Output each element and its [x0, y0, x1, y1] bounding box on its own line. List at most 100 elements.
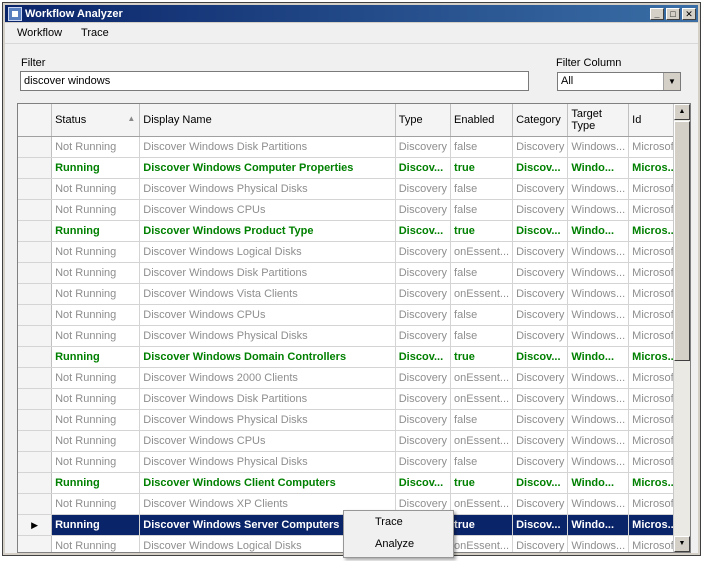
cell-type[interactable]: Discovery [395, 451, 452, 473]
cell-name[interactable]: Discover Windows Physical Disks [139, 178, 396, 200]
cell-type[interactable]: Discovery [395, 388, 452, 410]
minimize-button[interactable]: _ [650, 7, 664, 20]
cell-enabled[interactable]: onEssent... [450, 493, 514, 515]
cell-target[interactable]: Windo... [567, 472, 630, 494]
cell-enabled[interactable]: true [450, 346, 514, 368]
cell-type[interactable]: Discovery [395, 430, 452, 452]
cell-status[interactable]: Running [51, 157, 141, 179]
cell-status[interactable]: Not Running [51, 325, 141, 347]
row-header[interactable] [18, 304, 53, 326]
row-header[interactable] [18, 430, 53, 452]
cell-enabled[interactable]: onEssent... [450, 367, 514, 389]
column-header-target-type[interactable]: Target Type [567, 104, 630, 137]
cell-category[interactable]: Discov... [512, 472, 569, 494]
cell-category[interactable]: Discovery [512, 535, 569, 552]
table-row[interactable]: Running Discover Windows Product Type Disc… [18, 220, 690, 242]
cell-type[interactable]: Discov... [395, 220, 452, 242]
menu-workflow[interactable]: Workflow [10, 27, 69, 39]
row-header[interactable] [18, 409, 53, 431]
cell-status[interactable]: Not Running [51, 262, 141, 284]
cell-target[interactable]: Windows... [567, 493, 630, 515]
cell-category[interactable]: Discovery [512, 388, 569, 410]
table-row[interactable]: Not Running Discover Windows CPUs Discover… [18, 304, 690, 326]
cell-target[interactable]: Windows... [567, 136, 630, 158]
title-bar[interactable]: Workflow Analyzer _ □ ✕ [5, 5, 698, 22]
cell-target[interactable]: Windo... [567, 514, 630, 536]
cell-type[interactable]: Discovery [395, 241, 452, 263]
cell-status[interactable]: Not Running [51, 430, 141, 452]
cell-enabled[interactable]: false [450, 178, 514, 200]
cell-target[interactable]: Windo... [567, 220, 630, 242]
cell-target[interactable]: Windo... [567, 346, 630, 368]
cell-category[interactable]: Discovery [512, 283, 569, 305]
cell-category[interactable]: Discov... [512, 346, 569, 368]
cell-type[interactable]: Discov... [395, 472, 452, 494]
filter-input[interactable] [20, 71, 529, 91]
cell-name[interactable]: Discover Windows Computer Properties [139, 157, 396, 179]
row-header[interactable] [18, 493, 53, 515]
cell-status[interactable]: Running [51, 514, 141, 536]
cell-type[interactable]: Discovery [395, 325, 452, 347]
cell-name[interactable]: Discover Windows CPUs [139, 430, 396, 452]
cell-category[interactable]: Discovery [512, 367, 569, 389]
cell-enabled[interactable]: false [450, 304, 514, 326]
column-header-status[interactable]: Status ▲ [51, 104, 141, 137]
table-row[interactable]: Not Running Discover Windows CPUs Discover… [18, 199, 690, 221]
row-header[interactable] [18, 136, 53, 158]
cell-category[interactable]: Discovery [512, 451, 569, 473]
cell-target[interactable]: Windows... [567, 283, 630, 305]
chevron-down-icon[interactable]: ▼ [663, 73, 680, 90]
cell-status[interactable]: Not Running [51, 535, 141, 552]
cell-category[interactable]: Discovery [512, 262, 569, 284]
row-header[interactable] [18, 325, 53, 347]
cell-type[interactable]: Discovery [395, 262, 452, 284]
cell-target[interactable]: Windows... [567, 409, 630, 431]
vertical-scrollbar[interactable]: ▲ ▼ [673, 104, 690, 552]
cell-status[interactable]: Not Running [51, 493, 141, 515]
cell-category[interactable]: Discovery [512, 178, 569, 200]
table-row[interactable]: Not Running Discover Windows Disk Partiti… [18, 388, 690, 410]
table-row[interactable]: Running Discover Windows Domain Controlle… [18, 346, 690, 368]
cell-type[interactable]: Discovery [395, 409, 452, 431]
cell-category[interactable]: Discovery [512, 430, 569, 452]
cell-status[interactable]: Not Running [51, 178, 141, 200]
cell-type[interactable]: Discov... [395, 157, 452, 179]
cell-enabled[interactable]: false [450, 325, 514, 347]
cell-enabled[interactable]: true [450, 157, 514, 179]
cell-enabled[interactable]: true [450, 220, 514, 242]
cell-name[interactable]: Discover Windows Logical Disks [139, 241, 396, 263]
cell-name[interactable]: Discover Windows Disk Partitions [139, 136, 396, 158]
cell-type[interactable]: Discov... [395, 346, 452, 368]
row-header[interactable] [18, 199, 53, 221]
column-header-category[interactable]: Category [512, 104, 569, 137]
row-header[interactable] [18, 220, 53, 242]
cell-status[interactable]: Not Running [51, 304, 141, 326]
cell-enabled[interactable]: false [450, 409, 514, 431]
table-row[interactable]: Not Running Discover Windows Physical Dis… [18, 451, 690, 473]
row-header[interactable] [18, 283, 53, 305]
column-header-display-name[interactable]: Display Name [139, 104, 396, 137]
cell-enabled[interactable]: false [450, 136, 514, 158]
cell-enabled[interactable]: false [450, 451, 514, 473]
cell-name[interactable]: Discover Windows Physical Disks [139, 325, 396, 347]
cell-status[interactable]: Running [51, 346, 141, 368]
table-row[interactable]: Not Running Discover Windows CPUs Discover… [18, 430, 690, 452]
cell-type[interactable]: Discovery [395, 136, 452, 158]
row-header[interactable] [18, 157, 53, 179]
current-row-indicator-icon[interactable]: ▶ [18, 514, 53, 536]
scroll-up-icon[interactable]: ▲ [674, 104, 690, 120]
cell-name[interactable]: Discover Windows CPUs [139, 304, 396, 326]
cell-target[interactable]: Windows... [567, 535, 630, 552]
cell-status[interactable]: Not Running [51, 451, 141, 473]
cell-type[interactable]: Discovery [395, 178, 452, 200]
cell-target[interactable]: Windows... [567, 430, 630, 452]
cell-status[interactable]: Not Running [51, 367, 141, 389]
column-header-enabled[interactable]: Enabled [450, 104, 514, 137]
table-row[interactable]: Not Running Discover Windows Disk Partiti… [18, 262, 690, 284]
row-header[interactable] [18, 178, 53, 200]
cell-enabled[interactable]: true [450, 514, 514, 536]
cell-target[interactable]: Windows... [567, 304, 630, 326]
cell-name[interactable]: Discover Windows Product Type [139, 220, 396, 242]
cell-name[interactable]: Discover Windows Disk Partitions [139, 388, 396, 410]
cell-target[interactable]: Windows... [567, 388, 630, 410]
